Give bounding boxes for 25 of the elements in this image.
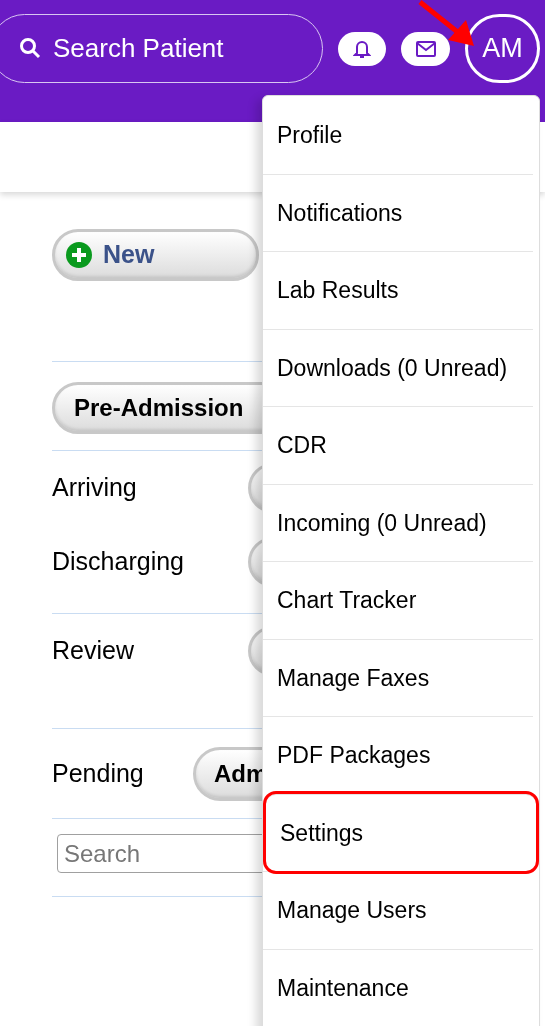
menu-item[interactable]: Maintenance xyxy=(263,948,533,1026)
menu-item[interactable]: Manage Users xyxy=(263,871,533,949)
menu-item[interactable]: Downloads (0 Unread) xyxy=(263,328,533,406)
search-icon xyxy=(18,36,42,60)
search-field[interactable]: Search Patient xyxy=(0,14,323,83)
messages-button[interactable] xyxy=(401,31,450,66)
menu-item[interactable]: Lab Results xyxy=(263,251,533,329)
mail-icon xyxy=(415,40,436,57)
menu-item[interactable]: Manage Faxes xyxy=(263,638,533,716)
menu-item[interactable]: PDF Packages xyxy=(263,716,533,794)
new-button[interactable]: New xyxy=(52,229,259,281)
menu-item[interactable]: Notifications xyxy=(263,173,533,251)
pending-label: Pending xyxy=(52,757,145,789)
menu-item[interactable]: Chart Tracker xyxy=(263,561,533,639)
menu-item[interactable]: Settings xyxy=(266,793,536,871)
row-label: Arriving xyxy=(52,472,138,504)
plus-icon xyxy=(65,241,93,269)
bell-icon xyxy=(353,38,371,59)
pointer-arrow xyxy=(418,0,476,48)
menu-item[interactable]: Profile xyxy=(263,96,533,174)
row-label: Discharging xyxy=(52,546,185,578)
row-label: Review xyxy=(52,635,135,667)
menu-item[interactable]: Incoming (0 Unread) xyxy=(263,483,533,561)
notifications-button[interactable] xyxy=(338,31,386,66)
menu-item[interactable]: CDR xyxy=(263,406,533,484)
